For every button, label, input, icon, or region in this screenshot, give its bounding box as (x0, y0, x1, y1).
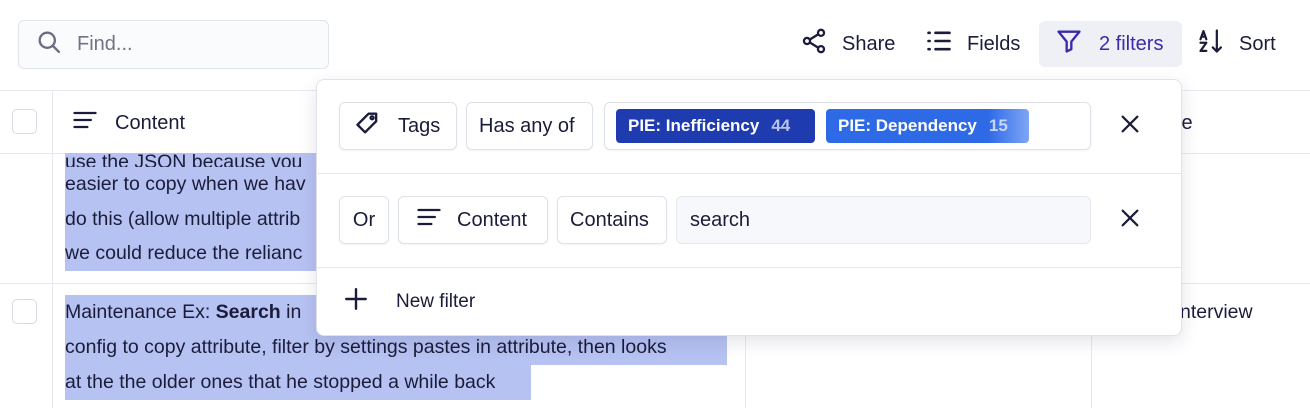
filter-conjunction-or[interactable]: Or (339, 196, 389, 244)
plus-icon (343, 286, 369, 318)
list-icon (925, 27, 953, 61)
search-box[interactable] (18, 20, 329, 69)
row-2-line-3: at the the older ones that he stopped a … (65, 365, 531, 400)
row-2-source: nterview (1180, 301, 1253, 323)
row-checkbox[interactable] (12, 299, 37, 324)
tag-chip[interactable]: PIE: Inefficiency 44 (616, 109, 815, 143)
tag-chip[interactable]: PIE: Dependency 15 (826, 109, 1029, 143)
filter-operator-label: Contains (570, 208, 649, 231)
column-divider (52, 90, 53, 408)
new-filter-label: New filter (396, 291, 476, 312)
filter-field-content[interactable]: Content (398, 196, 548, 244)
filters-label: 2 filters (1099, 32, 1164, 55)
search-input[interactable] (77, 33, 297, 56)
filter-field-label: Tags (398, 114, 441, 137)
filter-operator-label: Has any of (479, 114, 575, 137)
row-1-line-4: we could reduce the relianc (65, 236, 325, 271)
share-label: Share (842, 32, 896, 55)
share-button[interactable]: Share (800, 21, 895, 67)
tag-chip-label: PIE: Dependency (838, 116, 977, 135)
row-1-line-2: easier to copy when we hav (65, 167, 325, 202)
filter-operator-has-any-of[interactable]: Has any of (466, 102, 593, 150)
select-all-checkbox[interactable] (12, 109, 37, 134)
filter-conjunction-label: Or (352, 208, 376, 231)
row-1-line-3: do this (allow multiple attrib (65, 202, 325, 237)
tag-chip-label: PIE: Inefficiency (628, 116, 760, 135)
funnel-icon (1055, 27, 1083, 61)
tag-chip-count: 15 (988, 116, 1008, 135)
remove-filter-button[interactable] (1115, 111, 1145, 141)
filter-popover: Tags Has any of PIE: Inefficiency 44 PIE… (316, 79, 1182, 336)
row-2-prefix: Maintenance Ex: (65, 301, 216, 323)
row-2-line-1-rest: in (280, 301, 302, 323)
text-align-icon (415, 203, 443, 237)
fields-label: Fields (967, 32, 1021, 55)
filter-value-input[interactable]: search (676, 196, 1091, 244)
fields-button[interactable]: Fields (925, 21, 1020, 67)
filter-divider (317, 267, 1181, 268)
filter-divider (317, 173, 1181, 174)
filters-button[interactable]: 2 filters (1039, 21, 1182, 67)
column-header-content[interactable]: Content (71, 106, 185, 140)
sort-label: Sort (1239, 32, 1276, 55)
row-2-line-1: Maintenance Ex: Search in (65, 295, 325, 330)
filter-field-tags[interactable]: Tags (339, 102, 457, 150)
filter-field-label: Content (457, 208, 528, 231)
close-icon (1119, 207, 1141, 234)
tag-icon (354, 109, 382, 143)
close-icon (1119, 113, 1141, 140)
new-filter-button[interactable]: New filter (343, 286, 475, 318)
search-icon (35, 28, 63, 61)
text-align-icon (71, 106, 115, 140)
filter-value-text: search (690, 208, 751, 231)
row-2-bold-term: Search (215, 301, 281, 323)
remove-filter-button[interactable] (1115, 205, 1145, 235)
tag-chip-count: 44 (771, 116, 791, 135)
sort-button[interactable]: Sort (1197, 21, 1276, 67)
column-header-label: Content (115, 111, 186, 134)
share-icon (800, 27, 828, 61)
filter-operator-contains[interactable]: Contains (557, 196, 667, 244)
sort-az-icon (1197, 27, 1225, 61)
